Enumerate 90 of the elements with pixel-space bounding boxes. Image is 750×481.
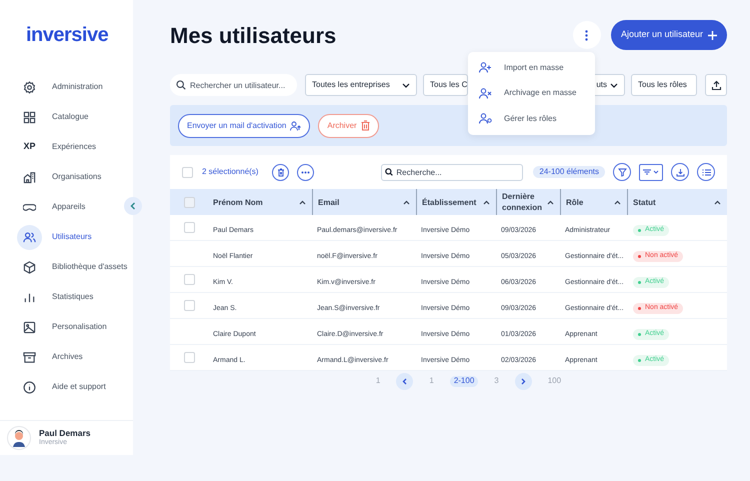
filter-button[interactable]	[613, 163, 631, 181]
checkbox[interactable]	[184, 196, 194, 208]
sort-icon	[643, 169, 651, 175]
archive-box-icon	[23, 350, 36, 364]
filter-icon	[618, 168, 626, 176]
add-user-button[interactable]: Ajouter un utilisateur	[610, 20, 727, 50]
select-field[interactable]: Tous les C	[423, 74, 468, 96]
sort-up-icon	[547, 200, 554, 204]
sort-up-icon	[403, 200, 410, 204]
upload-icon	[710, 80, 722, 90]
sidebar-item[interactable]: Archives	[17, 342, 85, 372]
column-header[interactable]: Statut	[627, 189, 727, 215]
user-x-icon	[479, 88, 492, 99]
collapse-sidebar-button[interactable]	[124, 197, 142, 215]
checkbox[interactable]	[184, 222, 194, 233]
sort-up-icon	[483, 200, 490, 204]
xp-icon: XP	[23, 140, 36, 154]
column-header[interactable]: Email	[312, 189, 416, 215]
export-button[interactable]	[705, 74, 727, 96]
chevron-down-icon	[402, 82, 410, 88]
users-icon	[23, 230, 36, 244]
delete-button[interactable]	[272, 164, 290, 180]
sidebar-item[interactable]: Utilisateurs	[17, 222, 94, 252]
trash-icon	[276, 168, 285, 176]
user-arrow-icon	[290, 120, 302, 130]
sort-up-icon	[614, 200, 621, 204]
page-title: Mes utilisateurs	[170, 22, 336, 50]
selected-count: 2 sélectionné(s)	[202, 166, 258, 178]
sidebar-item[interactable]: Administration	[17, 72, 105, 102]
gear-icon	[23, 80, 36, 94]
image-icon	[23, 320, 36, 334]
count-badge: 24-100 éléments	[533, 166, 605, 178]
checkbox[interactable]	[182, 166, 193, 178]
table-search-field[interactable]: Recherche...	[381, 164, 524, 180]
sort-up-icon	[714, 200, 721, 204]
sidebar-item[interactable]: Statistiques	[17, 282, 96, 312]
sidebar-item[interactable]: Organisations	[17, 162, 104, 192]
user-plus-icon	[479, 62, 492, 74]
chevron-down-icon	[610, 82, 618, 88]
sidebar-item[interactable]: Aide et support	[17, 372, 108, 402]
sidebar-item[interactable]: Bibliothèque d'assets	[17, 252, 130, 282]
checkbox[interactable]	[184, 352, 194, 363]
user-name: Paul Demars	[39, 428, 90, 438]
search-icon	[176, 80, 186, 90]
chevron-right-icon	[520, 378, 526, 384]
status-dot-icon	[638, 254, 641, 258]
page-button[interactable]: 2-100	[450, 376, 478, 386]
column-header[interactable]: Établissement	[416, 189, 496, 215]
chevron-left-icon	[130, 202, 136, 210]
ellipsis-icon	[301, 170, 310, 174]
sort-up-icon	[299, 200, 306, 204]
sidebar-item[interactable]: Catalogue	[17, 102, 90, 132]
avatar	[7, 426, 31, 450]
list-view-button[interactable]	[697, 163, 715, 181]
kebab-icon	[585, 30, 588, 40]
status-dot-icon	[638, 332, 641, 336]
previous-page-button[interactable]	[396, 372, 414, 390]
grid-icon	[23, 110, 36, 124]
more-actions-button[interactable]	[297, 164, 314, 180]
download-button[interactable]	[671, 163, 689, 181]
sidebar-item[interactable]: Personalisation	[17, 312, 109, 342]
trash-icon	[360, 120, 370, 131]
sidebar-item[interactable]: XP Expériences	[17, 132, 98, 162]
chevron-left-icon	[402, 378, 408, 384]
status-dot-icon	[638, 228, 641, 232]
column-header[interactable]: Rôle	[560, 189, 627, 215]
column-header[interactable]: Dernière connexion	[496, 189, 560, 215]
info-icon	[23, 380, 36, 394]
checkbox[interactable]	[184, 300, 194, 311]
checkbox[interactable]	[184, 274, 194, 285]
next-page-button[interactable]	[514, 372, 532, 390]
select-field[interactable]: Toutes les entreprises	[305, 74, 417, 96]
chevron-down-icon	[653, 170, 659, 174]
column-header[interactable]: Prénom Nom	[208, 189, 312, 215]
buildings-icon	[23, 170, 36, 184]
download-icon	[676, 168, 684, 176]
menu-item[interactable]: Gérer les rôles	[468, 106, 595, 132]
logo: inversive	[26, 24, 108, 46]
status-dot-icon	[638, 358, 641, 362]
search-field[interactable]: Rechercher un utilisateur...	[170, 74, 297, 96]
sort-button[interactable]	[639, 164, 663, 180]
cube-icon	[23, 260, 36, 274]
search-icon	[385, 168, 394, 176]
status-dot-icon	[638, 280, 641, 284]
plus-icon	[708, 30, 717, 40]
select-field[interactable]: Tous les rôles	[631, 74, 697, 96]
sidebar-item[interactable]: Appareils	[17, 192, 88, 222]
status-dot-icon	[638, 306, 641, 310]
list-icon	[702, 168, 710, 176]
send-activation-mail-button[interactable]: Envoyer un mail d'activation	[178, 114, 310, 138]
